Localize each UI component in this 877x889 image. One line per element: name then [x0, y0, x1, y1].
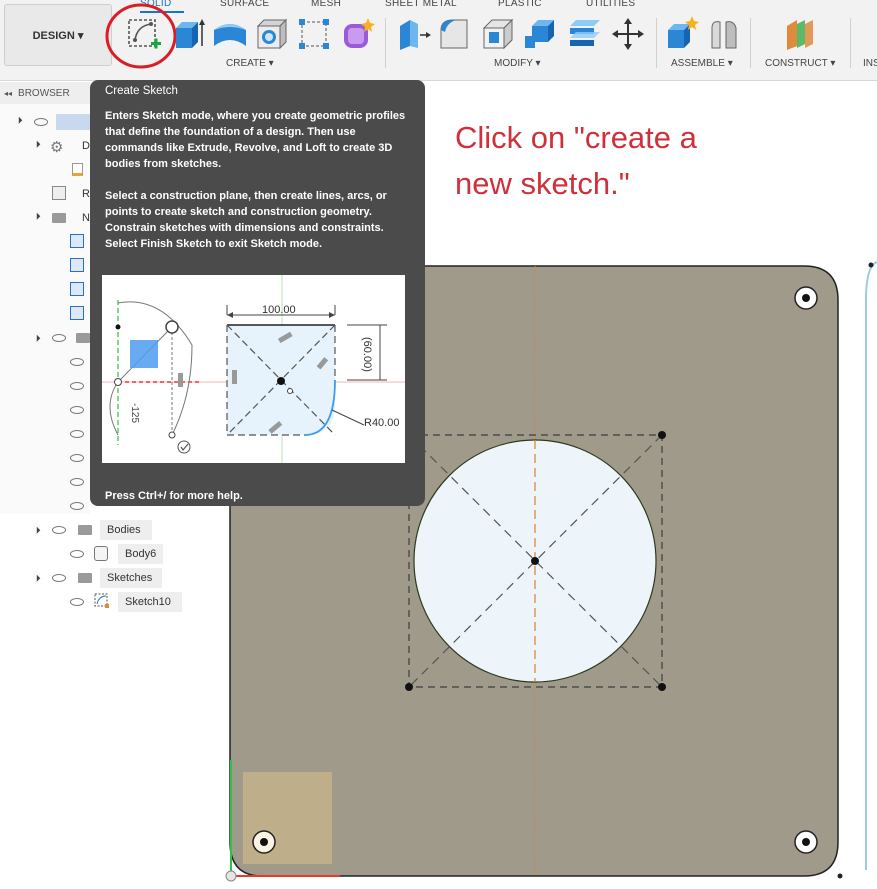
separator: [656, 18, 657, 68]
annotation-line-1: Click on "create a: [455, 120, 697, 155]
offset-plane-icon[interactable]: [783, 16, 819, 52]
eye-icon[interactable]: [52, 526, 66, 534]
corner-point: [405, 683, 413, 691]
folder-icon: [78, 573, 92, 583]
sketches-label: Sketches: [107, 572, 153, 584]
eye-icon[interactable]: [70, 550, 84, 558]
move-copy-icon[interactable]: [610, 16, 646, 52]
corner-point: [658, 431, 666, 439]
named-views-icon: [52, 186, 66, 200]
plane-icon: [70, 282, 84, 296]
revolve-icon[interactable]: [212, 16, 248, 52]
pattern-icon[interactable]: [297, 16, 333, 52]
browser-row-label[interactable]: R: [82, 188, 90, 200]
modify-group-label[interactable]: MODIFY ▾: [494, 58, 541, 69]
folder-icon: [78, 525, 92, 535]
sketch-icon: [94, 593, 109, 608]
toolbar: DESIGN ▾ SOLID SURFACE MESH SHEET METAL …: [0, 0, 877, 81]
right-edge: [865, 261, 877, 870]
mounting-hole-center: [802, 838, 810, 846]
document-icon: [72, 163, 83, 176]
tooltip-description: Enters Sketch mode, where you create geo…: [105, 110, 406, 170]
expand-triangle-icon[interactable]: [29, 331, 41, 342]
create-sketch-tooltip: Create Sketch Enters Sketch mode, where …: [90, 80, 425, 506]
instruction-annotation: Click on "create a new sketch.": [455, 115, 815, 207]
extrude-icon[interactable]: [172, 16, 208, 52]
eye-icon[interactable]: [70, 358, 84, 366]
mounting-hole-center: [802, 294, 810, 302]
tab-mesh[interactable]: MESH: [311, 0, 341, 9]
separator: [850, 18, 851, 68]
separator: [385, 18, 386, 68]
center-point: [531, 557, 539, 565]
sketch-illustration: -125 100.00 (60.00) R40.00: [102, 275, 405, 463]
separator: [750, 18, 751, 68]
press-pull-icon[interactable]: [396, 16, 432, 52]
assemble-group-label[interactable]: ASSEMBLE ▾: [671, 58, 733, 69]
new-component-icon[interactable]: [664, 16, 700, 52]
tooltip-footer: Press Ctrl+/ for more help.: [105, 490, 243, 502]
dim-small-label: -125: [129, 403, 140, 423]
create-group-label[interactable]: CREATE ▾: [226, 58, 274, 69]
browser-header[interactable]: ◂◂ BROWSER: [0, 82, 90, 104]
browser-panel: ⚙ D R N: [0, 104, 90, 514]
body6-label: Body6: [125, 548, 157, 560]
expand-triangle-icon[interactable]: [29, 209, 41, 220]
tooltip-title: Create Sketch: [105, 85, 178, 97]
eye-icon[interactable]: [34, 118, 48, 126]
construct-group-label[interactable]: CONSTRUCT ▾: [765, 58, 835, 69]
tooltip-instructions: Select a construction plane, then create…: [105, 190, 387, 250]
expand-triangle-icon[interactable]: [11, 113, 23, 124]
mounting-hole-center: [260, 838, 268, 846]
eye-icon[interactable]: [70, 478, 84, 486]
expand-triangle-icon[interactable]: [29, 137, 41, 148]
root-component-item[interactable]: [56, 114, 90, 130]
tooltip-illustration: -125 100.00 (60.00) R40.00: [102, 275, 405, 463]
fillet-icon[interactable]: [437, 16, 473, 52]
dim-width-label: 100.00: [262, 304, 296, 316]
tab-utilities[interactable]: UTILITIES: [586, 0, 635, 9]
collapse-icon[interactable]: ◂◂: [4, 89, 12, 98]
folder-icon: [52, 213, 66, 223]
eye-icon[interactable]: [70, 382, 84, 390]
tab-surface[interactable]: SURFACE: [220, 0, 269, 9]
browser-row-label[interactable]: N: [82, 212, 90, 224]
dim-height-label: (60.00): [361, 337, 373, 372]
sketch10-label: Sketch10: [125, 596, 171, 608]
replace-face-icon[interactable]: [566, 16, 602, 52]
plane-icon: [70, 306, 84, 320]
corner-point: [837, 873, 843, 879]
shell-icon[interactable]: [480, 16, 516, 52]
browser-title: BROWSER: [18, 87, 70, 99]
eye-icon[interactable]: [70, 502, 84, 510]
tab-sheet-metal[interactable]: SHEET METAL: [385, 0, 457, 9]
tab-plastic[interactable]: PLASTIC: [498, 0, 542, 9]
eye-icon[interactable]: [52, 574, 66, 582]
corner-point: [658, 683, 666, 691]
annotation-line-2: new sketch.": [455, 166, 630, 201]
dim-radius-label: R40.00: [364, 417, 399, 429]
joint-icon[interactable]: [706, 16, 742, 52]
plane-icon: [70, 258, 84, 272]
gear-icon: ⚙: [50, 139, 64, 156]
insert-group-label[interactable]: INS: [863, 58, 877, 69]
eye-icon[interactable]: [70, 454, 84, 462]
eye-icon[interactable]: [52, 334, 66, 342]
combine-icon[interactable]: [522, 16, 558, 52]
eye-icon[interactable]: [70, 430, 84, 438]
bodies-label: Bodies: [107, 524, 141, 536]
body-icon: [94, 546, 108, 561]
create-form-icon[interactable]: [340, 16, 376, 52]
hole-icon[interactable]: [254, 16, 290, 52]
plane-icon: [70, 234, 84, 248]
eye-icon[interactable]: [70, 598, 84, 606]
corner-point: [868, 262, 874, 268]
browser-row-label[interactable]: D: [82, 140, 90, 152]
eye-icon[interactable]: [70, 406, 84, 414]
origin-point: [225, 870, 237, 882]
design-workspace-button[interactable]: DESIGN ▾: [4, 4, 112, 66]
highlight-circle: [105, 3, 177, 69]
folder-icon: [76, 333, 90, 343]
